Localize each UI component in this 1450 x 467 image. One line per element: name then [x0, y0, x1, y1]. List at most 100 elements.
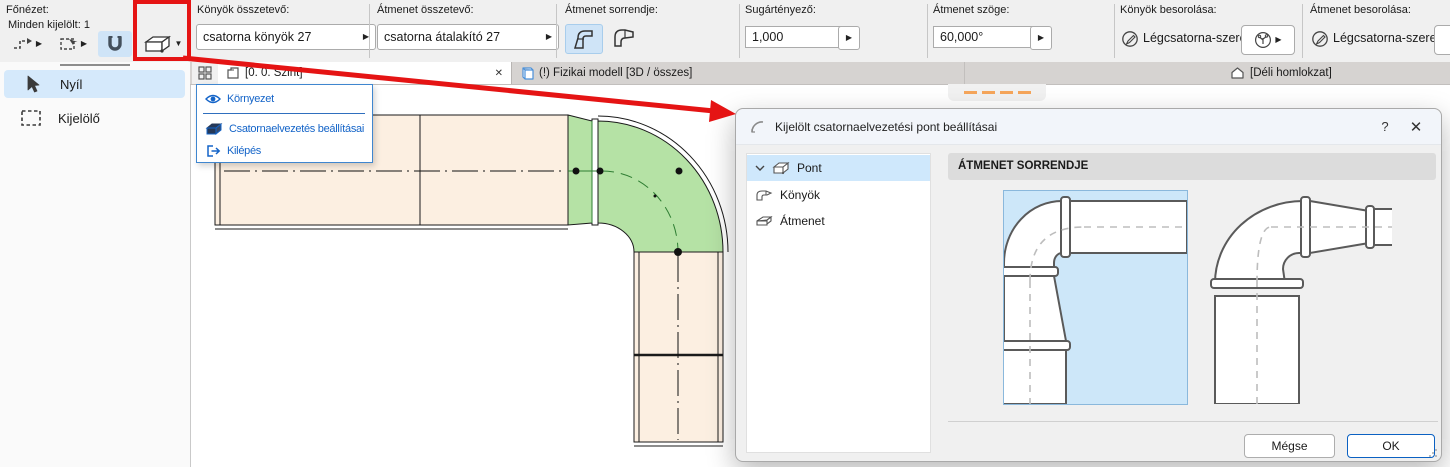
- transition-angle-spinner[interactable]: ▶: [1030, 26, 1052, 50]
- tab-overview-button[interactable]: [192, 62, 218, 84]
- arrow-cursor-icon: [24, 74, 42, 94]
- duct-point-settings-dialog: Kijelölt csatornaelvezetési pont beállít…: [735, 108, 1442, 462]
- combo-arrow-icon: ▶: [546, 33, 552, 41]
- tab-physical-model[interactable]: (!) Fizikai modell [3D / összes]: [512, 62, 965, 84]
- selection-handle[interactable]: [674, 248, 682, 256]
- app-window: Főnézet: Minden kijelölt: 1 ▶ ▶ ▼: [0, 0, 1450, 467]
- radius-factor-input[interactable]: 1,000: [745, 26, 841, 48]
- tree-item-point[interactable]: Pont: [747, 155, 930, 181]
- tool-marquee[interactable]: Kijelölő: [4, 104, 185, 132]
- floor-plan-icon: [226, 66, 240, 80]
- duct-transition-selected[interactable]: [568, 115, 592, 225]
- dialog-close-button[interactable]: ✕: [1405, 118, 1427, 136]
- tool-marquee-label: Kijelölő: [58, 111, 100, 126]
- picker-arrow-icon: ▶: [1275, 36, 1281, 44]
- selection-handle[interactable]: [676, 168, 683, 175]
- magnet-icon: [105, 34, 125, 54]
- magnet-toggle-button[interactable]: [98, 31, 132, 57]
- elbow-component-label: Könyök összetevő:: [197, 4, 289, 16]
- radius-factor-spinner[interactable]: ▶: [838, 26, 860, 50]
- toolbar-separator: [1114, 4, 1115, 58]
- flyout-arrow-icon[interactable]: ▶: [81, 40, 87, 48]
- dialog-separator: [948, 421, 1438, 422]
- transition-component-combo[interactable]: csatorna átalakító 27 ▶: [377, 24, 559, 50]
- dialog-help-button[interactable]: ?: [1374, 119, 1396, 134]
- tree-item-elbow[interactable]: Könyök: [747, 182, 930, 208]
- dialog-elbow-icon: [750, 119, 766, 135]
- option-elbow-before-transition[interactable]: [1209, 191, 1392, 404]
- menu-item-environment[interactable]: Környezet: [197, 88, 372, 110]
- spinner-arrow-icon: ▶: [846, 34, 852, 42]
- elbow-classification-label: Könyök besorolása:: [1120, 4, 1217, 16]
- menu-item-label: Környezet: [227, 93, 274, 105]
- dialog-title-bar[interactable]: Kijelölt csatornaelvezetési pont beállít…: [736, 109, 1441, 145]
- transition-angle-label: Átmenet szöge:: [933, 4, 1009, 16]
- selection-status: Minden kijelölt: 1: [8, 19, 90, 31]
- palette-dash: [982, 91, 995, 94]
- tree-item-transition[interactable]: Átmenet: [747, 208, 930, 234]
- palette-dash: [964, 91, 977, 94]
- tree-item-label: Könyök: [780, 188, 820, 202]
- ok-button[interactable]: OK: [1347, 434, 1435, 458]
- classification-icon: [1311, 30, 1329, 48]
- toolbar-separator: [188, 4, 189, 58]
- panel-drag-handle[interactable]: [60, 64, 130, 66]
- duct-elbow-selected[interactable]: [598, 121, 723, 252]
- cancel-button[interactable]: Mégse: [1244, 434, 1335, 458]
- spinner-arrow-icon: ▶: [1038, 34, 1044, 42]
- elbow-before-transition-icon: [611, 26, 637, 50]
- chevron-down-icon: [755, 164, 765, 172]
- elbow-component-value: csatorna könyök 27: [203, 30, 363, 44]
- elbow-classification-picker-button[interactable]: ▶: [1241, 25, 1295, 55]
- tree-item-label: Átmenet: [780, 214, 825, 228]
- exit-icon: [205, 144, 221, 158]
- marquee-tool-button[interactable]: ▶: [52, 31, 94, 57]
- tab-south-elevation[interactable]: [Déli homlokzat]: [965, 62, 1450, 84]
- palette-dash: [1000, 91, 1013, 94]
- info-box-toolbar: Főnézet: Minden kijelölt: 1 ▶ ▶ ▼: [0, 0, 1450, 63]
- menu-item-label: Kilépés: [227, 145, 261, 157]
- settings-tree-panel: Pont Könyök Átmenet: [746, 153, 931, 453]
- resize-grip[interactable]: [1428, 448, 1438, 458]
- marquee-icon: [59, 36, 79, 52]
- elbow-component-combo[interactable]: csatorna könyök 27 ▶: [196, 24, 376, 50]
- transition-component-value: csatorna átalakító 27: [384, 30, 546, 44]
- selection-handle[interactable]: [597, 168, 604, 175]
- routing-icon: [12, 36, 34, 52]
- tool-arrow-label: Nyíl: [60, 77, 82, 92]
- transition-before-elbow-button[interactable]: [565, 24, 603, 54]
- classification-icon: [1121, 30, 1139, 48]
- palette-dash: [1018, 91, 1031, 94]
- transition-classification-value: Légcsatorna-szerelvér: [1333, 31, 1450, 45]
- option-transition-before-elbow[interactable]: [1004, 191, 1187, 404]
- dropdown-arrow-icon[interactable]: ▼: [175, 40, 183, 48]
- marquee-rect-icon: [20, 109, 42, 127]
- transition-classification-picker-button[interactable]: [1434, 25, 1450, 55]
- toolbar-separator: [369, 4, 370, 58]
- dialog-title: Kijelölt csatornaelvezetési pont beállít…: [775, 120, 1365, 134]
- duct-routing-context-menu: Környezet Csatornaelvezetés beállításai …: [196, 84, 373, 163]
- menu-separator: [203, 113, 365, 114]
- duct-settings-icon: [205, 122, 223, 136]
- tab-floor-plan[interactable]: [0. 0. Szint] ✕: [218, 62, 512, 84]
- house-icon: [1230, 66, 1245, 80]
- elbow-before-transition-button[interactable]: [606, 24, 642, 52]
- collapsed-palette[interactable]: [948, 84, 1046, 101]
- flyout-arrow-icon[interactable]: ▶: [36, 40, 42, 48]
- elbow-3d-icon: [755, 188, 773, 202]
- tab-close-icon[interactable]: ✕: [495, 68, 503, 79]
- toolbar-separator: [556, 4, 557, 58]
- tool-arrow[interactable]: Nyíl: [4, 70, 185, 98]
- menu-item-exit[interactable]: Kilépés: [197, 140, 372, 162]
- selection-handle[interactable]: [573, 168, 580, 175]
- routing-tool-button[interactable]: ▶: [6, 31, 48, 57]
- toolbox-panel: Nyíl Kijelölő: [0, 62, 191, 467]
- transition-angle-input[interactable]: 60,000°: [933, 26, 1033, 48]
- main-view-label: Főnézet:: [6, 4, 49, 16]
- menu-item-duct-settings[interactable]: Csatornaelvezetés beállításai: [197, 118, 372, 140]
- duct-tool-button[interactable]: ▼: [139, 31, 186, 57]
- transition-before-elbow-icon: [571, 27, 597, 51]
- toolbar-separator: [739, 4, 740, 58]
- eye-icon: [205, 93, 221, 105]
- transition-3d-icon: [755, 214, 773, 228]
